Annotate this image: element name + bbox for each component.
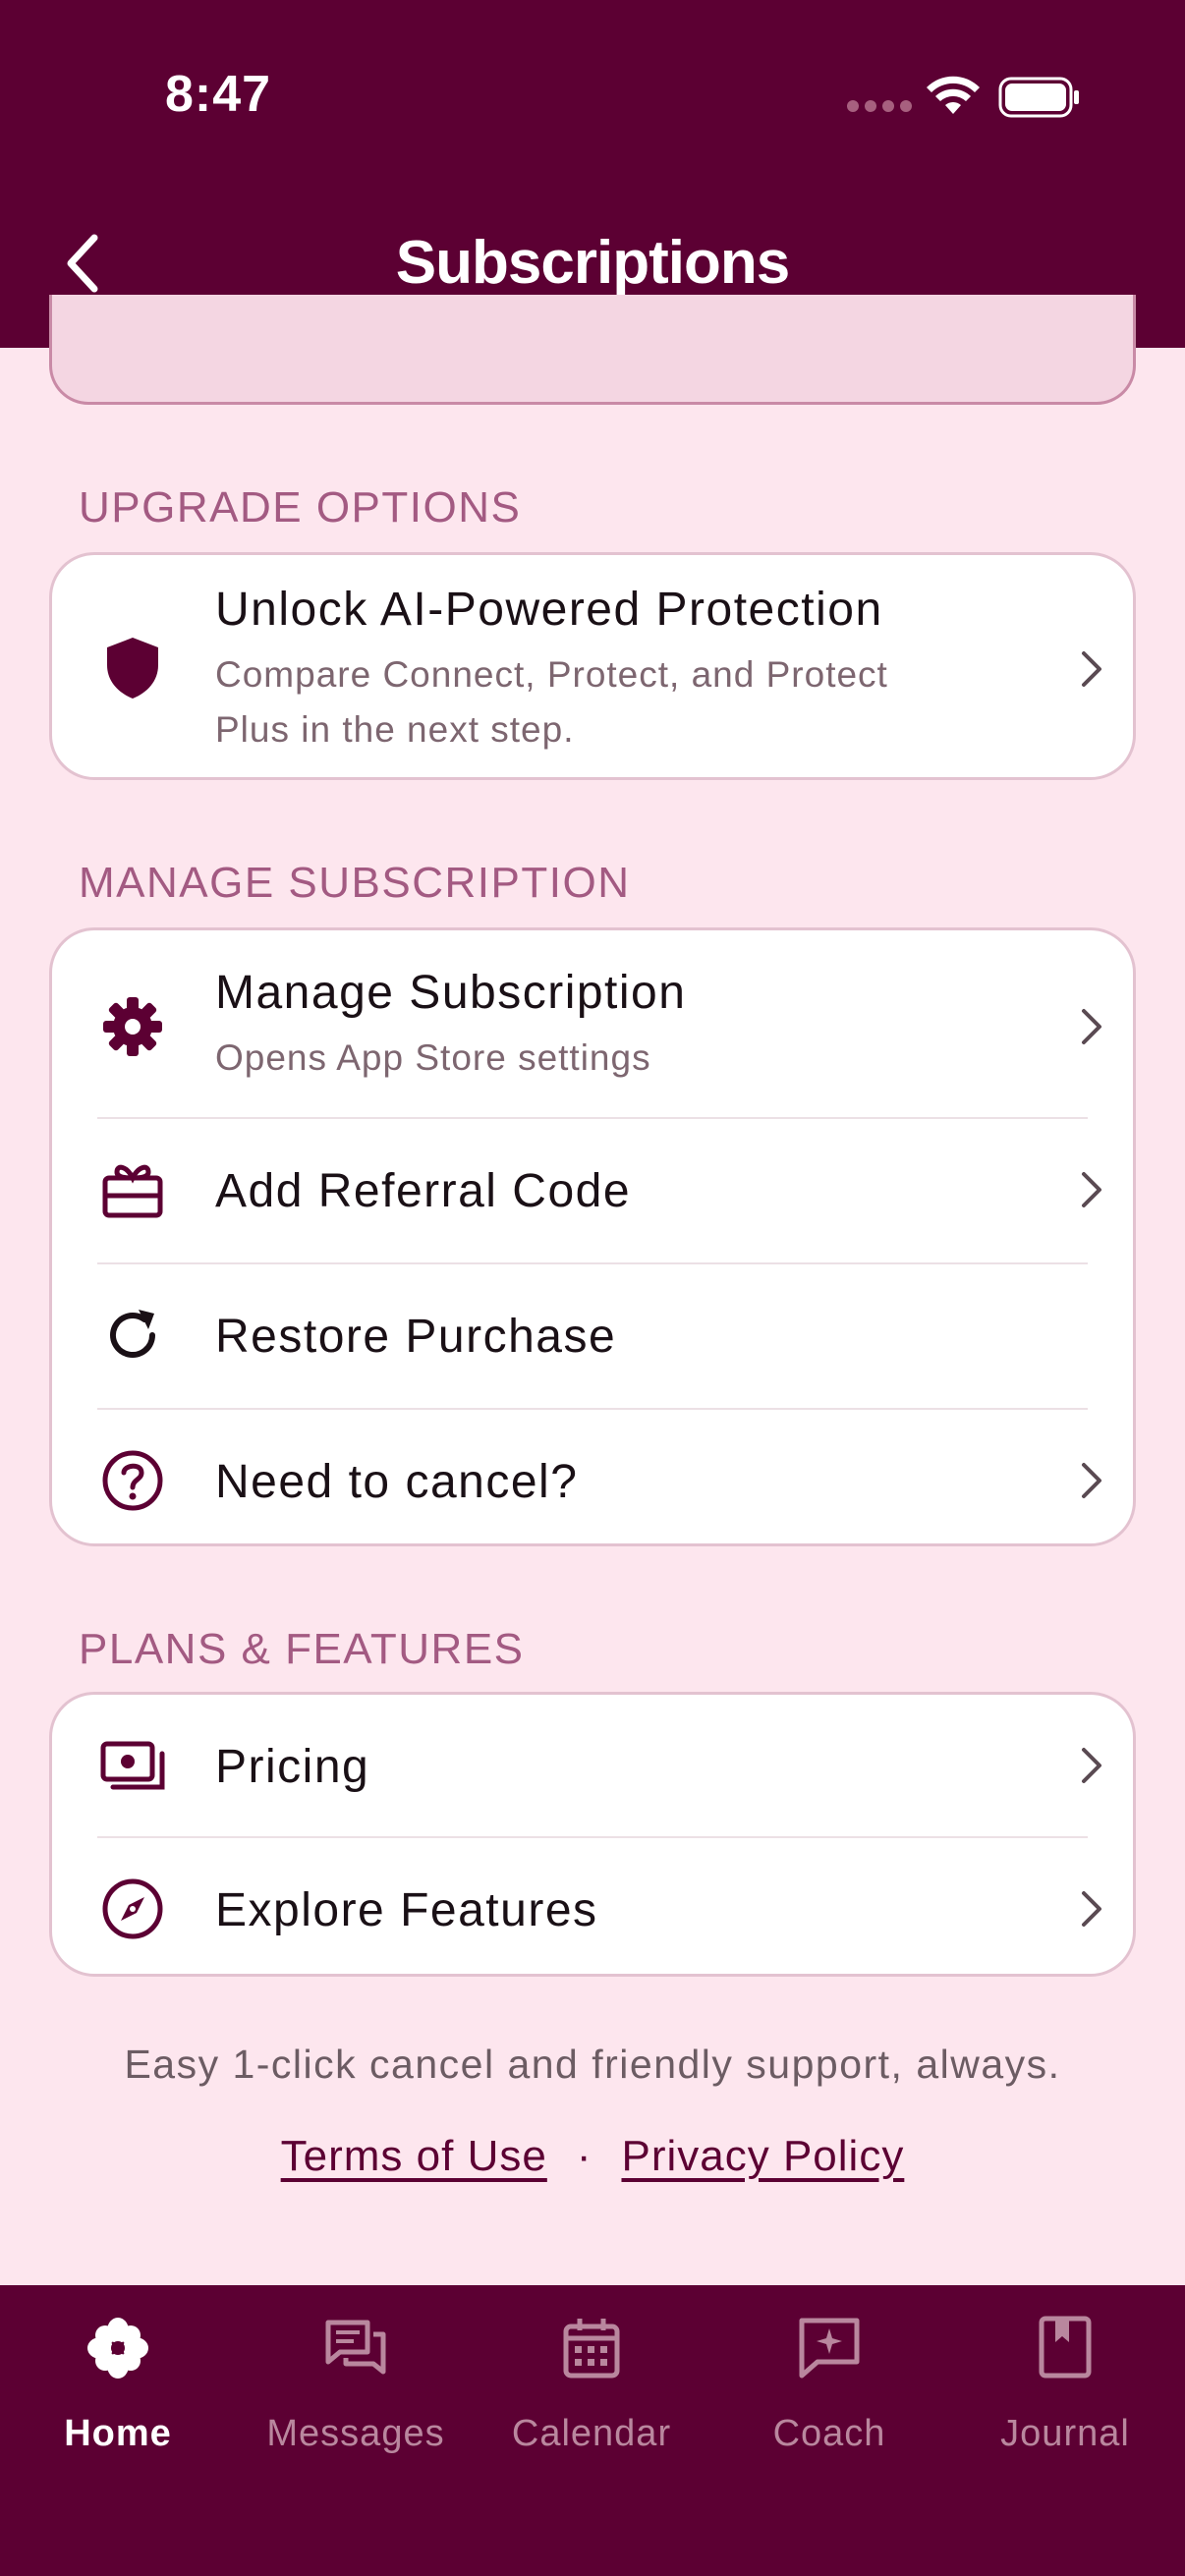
wifi-icon	[927, 76, 980, 114]
gift-icon	[102, 1164, 163, 1218]
battery-icon	[998, 77, 1079, 118]
current-plan-card	[49, 295, 1136, 405]
privacy-policy-link[interactable]: Privacy Policy	[621, 2132, 904, 2180]
tab-journal[interactable]: Journal	[947, 2285, 1183, 2482]
chevron-right-icon	[1082, 1748, 1101, 1783]
explore-features-row[interactable]: Explore Features	[52, 1838, 1133, 1980]
page-title: Subscriptions	[395, 229, 790, 297]
row-title: Unlock AI-Powered Protection	[215, 584, 883, 636]
terms-of-use-link[interactable]: Terms of Use	[281, 2132, 547, 2180]
coach-sparkle-icon	[799, 2318, 860, 2379]
chevron-right-icon	[1082, 1172, 1101, 1207]
signal-icon	[847, 100, 912, 112]
tab-label: Calendar	[511, 2413, 672, 2454]
row-title: Need to cancel?	[215, 1456, 579, 1508]
section-label-plans: PLANS & FEATURES	[79, 1625, 525, 1673]
messages-icon	[325, 2320, 386, 2375]
tab-calendar[interactable]: Calendar	[474, 2285, 709, 2482]
manage-card: Manage Subscription Opens App Store sett…	[49, 927, 1136, 1546]
upgrade-card: Unlock AI-Powered Protection Compare Con…	[49, 552, 1136, 780]
manage-subscription-row[interactable]: Manage Subscription Opens App Store sett…	[52, 930, 1133, 1117]
tab-bar: Home Messages Calendar Coach Journal	[0, 2285, 1185, 2576]
row-title: Add Referral Code	[215, 1165, 632, 1217]
chevron-right-icon	[1082, 1009, 1101, 1044]
tab-messages[interactable]: Messages	[238, 2285, 474, 2482]
tab-label: Messages	[266, 2413, 445, 2454]
flower-icon	[87, 2318, 148, 2379]
tab-home[interactable]: Home	[0, 2285, 236, 2482]
gear-icon	[103, 997, 162, 1056]
shield-icon	[107, 638, 158, 699]
pricing-row[interactable]: Pricing	[52, 1695, 1133, 1836]
tab-label: Home	[64, 2413, 172, 2454]
status-time: 8:47	[165, 66, 272, 123]
tab-label: Coach	[772, 2413, 886, 2454]
section-label-manage: MANAGE SUBSCRIPTION	[79, 859, 631, 907]
plans-card: Pricing Explore Features	[49, 1692, 1136, 1977]
row-subtitle: Plus in the next step.	[215, 709, 575, 750]
cash-icon	[100, 1741, 165, 1790]
row-subtitle: Opens App Store settings	[215, 1037, 651, 1078]
link-separator: ·	[576, 2132, 592, 2180]
add-referral-code-row[interactable]: Add Referral Code	[52, 1119, 1133, 1262]
row-title: Pricing	[215, 1741, 370, 1793]
cancel-support-note: Easy 1-click cancel and friendly support…	[124, 2042, 1061, 2087]
refresh-icon	[110, 1310, 155, 1358]
legal-links: Terms of Use · Privacy Policy	[0, 2132, 1185, 2181]
need-to-cancel-row[interactable]: Need to cancel?	[52, 1410, 1133, 1549]
row-title: Restore Purchase	[215, 1311, 617, 1363]
chevron-right-icon	[1082, 1463, 1101, 1498]
row-subtitle: Compare Connect, Protect, and Protect	[215, 654, 888, 695]
unlock-protection-row[interactable]: Unlock AI-Powered Protection Compare Con…	[52, 555, 1133, 783]
row-title: Explore Features	[215, 1884, 598, 1936]
journal-icon	[1039, 2316, 1092, 2379]
tab-coach[interactable]: Coach	[711, 2285, 947, 2482]
calendar-icon	[563, 2319, 620, 2379]
chevron-right-icon	[1082, 1891, 1101, 1927]
chevron-right-icon	[1082, 651, 1101, 687]
row-title: Manage Subscription	[215, 967, 687, 1019]
section-label-upgrade: UPGRADE OPTIONS	[79, 483, 522, 532]
tab-label: Journal	[1000, 2413, 1130, 2454]
compass-icon	[102, 1878, 163, 1939]
restore-purchase-row[interactable]: Restore Purchase	[52, 1264, 1133, 1408]
help-circle-icon	[102, 1450, 163, 1511]
